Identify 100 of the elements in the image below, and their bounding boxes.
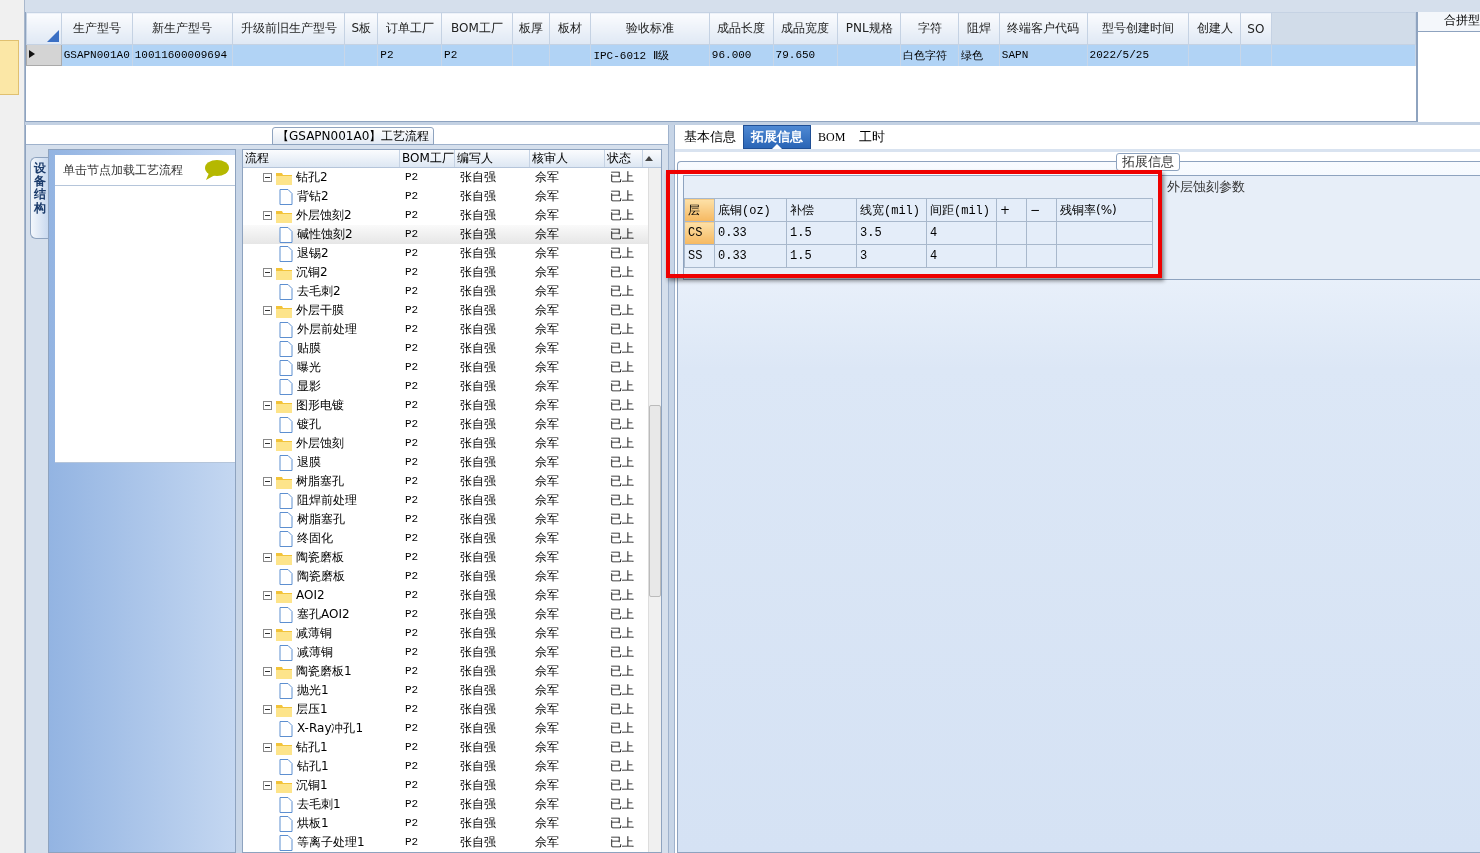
tree-row[interactable]: 贴膜 P2 张自强 佘军 已上 [243, 339, 648, 358]
tree-row[interactable]: 去毛刺1 P2 张自强 佘军 已上 [243, 795, 648, 814]
tree-row[interactable]: 减薄铜 P2 张自强 佘军 已上 [243, 643, 648, 662]
column-header[interactable]: 流程 [243, 150, 400, 167]
tree-row[interactable]: 图形电镀 P2 张自强 佘军 已上 [243, 396, 648, 415]
column-header[interactable]: − [1026, 198, 1057, 222]
group-title: 拓展信息 [1116, 153, 1180, 171]
collapse-icon[interactable] [263, 401, 272, 410]
tree-row[interactable]: 镀孔 P2 张自强 佘军 已上 [243, 415, 648, 434]
tree-row[interactable]: 碱性蚀刻2 P2 张自强 佘军 已上 [243, 225, 648, 244]
collapse-icon[interactable] [263, 173, 272, 182]
tree-row[interactable]: 陶瓷磨板 P2 张自强 佘军 已上 [243, 548, 648, 567]
tab[interactable]: 拓展信息 [743, 125, 811, 149]
column-header[interactable]: SO [1240, 12, 1272, 45]
scrollbar[interactable] [648, 168, 661, 852]
tree-row[interactable]: 曝光 P2 张自强 佘军 已上 [243, 358, 648, 377]
column-header[interactable]: 成品长度 [709, 12, 774, 45]
column-header[interactable]: 层 [684, 198, 715, 222]
tree-row[interactable]: 钻孔2 P2 张自强 佘军 已上 [243, 168, 648, 187]
collapse-icon[interactable] [263, 629, 272, 638]
splitter[interactable] [668, 125, 675, 853]
tree-row[interactable]: 烘板1 P2 张自强 佘军 已上 [243, 814, 648, 833]
column-header[interactable]: 底铜(oz) [714, 198, 787, 222]
table-row[interactable]: GSAPN001A0 10011600009694 P2 P2 IPC-6012 Ⅱ级 96.000 79.650 白色字符 绿色 SAPN 2022/5/25 [26, 44, 1416, 66]
tree-row[interactable]: 沉铜2 P2 张自强 佘军 已上 [243, 263, 648, 282]
table-cell: 佘军 [535, 436, 559, 450]
tree-row[interactable]: 陶瓷磨板1 P2 张自强 佘军 已上 [243, 662, 648, 681]
tab[interactable]: 基本信息 [677, 125, 743, 149]
table-cell: P2 [405, 171, 419, 183]
tree-row[interactable]: 层压1 P2 张自强 佘军 已上 [243, 700, 648, 719]
collapse-icon[interactable] [263, 553, 272, 562]
column-header[interactable]: 编写人 [455, 150, 530, 167]
column-header[interactable]: 升级前旧生产型号 [232, 12, 345, 45]
tree-row[interactable]: 沉铜1 P2 张自强 佘军 已上 [243, 776, 648, 795]
panel-tab[interactable]: 【GSAPN001A0】工艺流程 [272, 127, 435, 145]
tree-row[interactable]: 外层干膜 P2 张自强 佘军 已上 [243, 301, 648, 320]
collapse-icon[interactable] [263, 781, 272, 790]
document-icon [279, 758, 293, 775]
tree-row[interactable]: 树脂塞孔 P2 张自强 佘军 已上 [243, 472, 648, 491]
corner-cell[interactable] [26, 12, 62, 45]
document-icon [279, 530, 293, 547]
tree-row[interactable]: X-Ray冲孔1 P2 张自强 佘军 已上 [243, 719, 648, 738]
column-header[interactable]: 阻焊 [958, 12, 1000, 45]
tree-row[interactable]: 钻孔1 P2 张自强 佘军 已上 [243, 757, 648, 776]
collapse-icon[interactable] [263, 439, 272, 448]
column-header[interactable]: 创建人 [1188, 12, 1241, 45]
tree-row[interactable]: 等离子处理1 P2 张自强 佘军 已上 [243, 833, 648, 852]
column-header[interactable]: BOM工厂 [441, 12, 513, 45]
column-header[interactable]: 验收标准 [590, 12, 710, 45]
collapse-icon[interactable] [263, 211, 272, 220]
column-header[interactable]: PNL规格 [837, 12, 901, 45]
tree-row[interactable]: 退锡2 P2 张自强 佘军 已上 [243, 244, 648, 263]
tree-row[interactable]: 去毛刺2 P2 张自强 佘军 已上 [243, 282, 648, 301]
document-icon [279, 720, 293, 737]
column-header[interactable]: 终端客户代码 [999, 12, 1088, 45]
column-header[interactable]: 订单工厂 [377, 12, 442, 45]
collapse-icon[interactable] [263, 306, 272, 315]
tree-row[interactable]: 树脂塞孔 P2 张自强 佘军 已上 [243, 510, 648, 529]
tree-row[interactable]: 阻焊前处理 P2 张自强 佘军 已上 [243, 491, 648, 510]
table-cell: CS [688, 226, 703, 240]
column-header[interactable]: 字符 [900, 12, 959, 45]
column-header[interactable]: 新生产型号 [132, 12, 233, 45]
column-header[interactable]: 状态 [605, 150, 643, 167]
column-header[interactable]: 生产型号 [61, 12, 133, 45]
table-cell: P2 [405, 266, 419, 278]
tab[interactable]: BOM [811, 125, 853, 149]
column-header[interactable]: + [996, 198, 1027, 222]
collapse-icon[interactable] [263, 743, 272, 752]
tree-row[interactable]: 钻孔1 P2 张自强 佘军 已上 [243, 738, 648, 757]
collapse-icon[interactable] [263, 667, 272, 676]
collapse-icon[interactable] [263, 705, 272, 714]
vertical-tab[interactable]: 设备结构 [30, 157, 48, 239]
column-header[interactable]: BOM工厂 [400, 150, 455, 167]
tree-row[interactable]: 外层蚀刻2 P2 张自强 佘军 已上 [243, 206, 648, 225]
tree-row[interactable]: 抛光1 P2 张自强 佘军 已上 [243, 681, 648, 700]
column-header[interactable]: 板厚 [512, 12, 550, 45]
tree-row[interactable]: 背钻2 P2 张自强 佘军 已上 [243, 187, 648, 206]
column-header[interactable]: 成品宽度 [773, 12, 838, 45]
collapse-icon[interactable] [263, 268, 272, 277]
tree-row[interactable]: AOI2 P2 张自强 佘军 已上 [243, 586, 648, 605]
tree-row[interactable]: 塞孔AOI2 P2 张自强 佘军 已上 [243, 605, 648, 624]
collapse-icon[interactable] [263, 477, 272, 486]
column-header[interactable]: 残铜率(%) [1056, 198, 1153, 222]
column-header[interactable]: S板 [344, 12, 378, 45]
tree-row[interactable]: 外层前处理 P2 张自强 佘军 已上 [243, 320, 648, 339]
tree-row[interactable]: 终固化 P2 张自强 佘军 已上 [243, 529, 648, 548]
tree-row[interactable]: 显影 P2 张自强 佘军 已上 [243, 377, 648, 396]
tree-row[interactable]: 外层蚀刻 P2 张自强 佘军 已上 [243, 434, 648, 453]
column-header[interactable]: 线宽(mil) [856, 198, 927, 222]
tab[interactable]: 工时 [852, 125, 893, 149]
column-header[interactable]: 型号创建时间 [1087, 12, 1189, 45]
tree-row[interactable]: 退膜 P2 张自强 佘军 已上 [243, 453, 648, 472]
column-header[interactable]: 核审人 [530, 150, 605, 167]
column-header[interactable]: 间距(mil) [926, 198, 997, 222]
list-item[interactable]: 单击节点加载工艺流程 [55, 155, 235, 186]
tree-row[interactable]: 陶瓷磨板 P2 张自强 佘军 已上 [243, 567, 648, 586]
collapse-icon[interactable] [263, 591, 272, 600]
column-header[interactable]: 板材 [549, 12, 591, 45]
tree-row[interactable]: 减薄铜 P2 张自强 佘军 已上 [243, 624, 648, 643]
column-header[interactable]: 补偿 [786, 198, 857, 222]
